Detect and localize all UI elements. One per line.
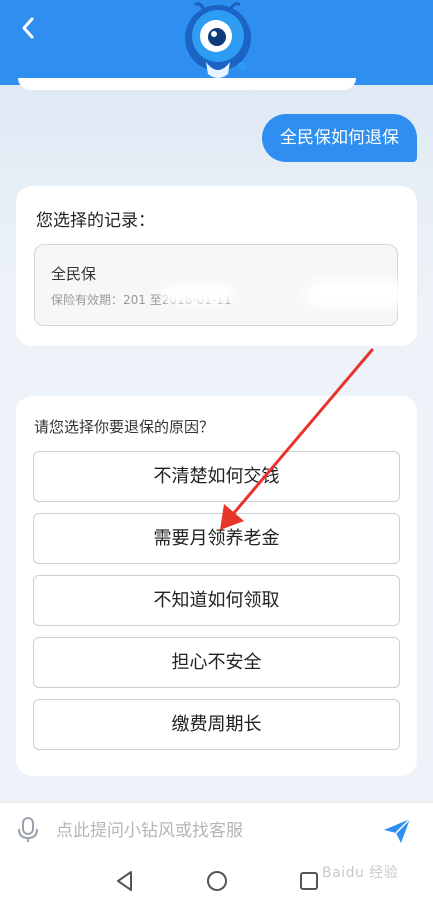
reason-card: 请您选择你要退保的原因？ 不清楚如何交钱 需要月领养老金 不知道如何领取 担心不… <box>16 396 417 776</box>
back-button[interactable] <box>10 10 46 46</box>
message-input[interactable] <box>54 813 368 849</box>
reason-option-button[interactable]: 缴费周期长 <box>33 699 400 750</box>
message-input-bar <box>0 802 433 857</box>
reason-option-button[interactable]: 不清楚如何交钱 <box>33 451 400 502</box>
record-card: 您选择的记录： 全民保 保险有效期：201 至2018-01-11 <box>16 186 417 346</box>
previous-message-card <box>18 78 356 90</box>
record-card-title: 您选择的记录： <box>36 211 155 231</box>
user-message-bubble: 全民保如何退保 <box>262 114 417 162</box>
chevron-left-icon <box>22 17 34 39</box>
reason-option-button[interactable]: 需要月领养老金 <box>33 513 400 564</box>
reason-option-button[interactable]: 担心不安全 <box>33 637 400 688</box>
reason-question: 请您选择你要退保的原因？ <box>34 418 215 436</box>
send-icon[interactable] <box>382 817 412 845</box>
app-header <box>0 0 433 85</box>
record-name: 全民保 <box>51 265 97 283</box>
nav-recents-icon[interactable] <box>296 868 322 894</box>
mascot-avatar[interactable] <box>182 0 254 82</box>
microphone-icon[interactable] <box>16 817 40 843</box>
reason-option-button[interactable]: 不知道如何领取 <box>33 575 400 626</box>
nav-back-icon[interactable] <box>112 868 138 894</box>
nav-home-icon[interactable] <box>204 868 230 894</box>
insurance-record[interactable]: 全民保 保险有效期：201 至2018-01-11 <box>34 244 405 326</box>
redaction-blur <box>305 281 405 307</box>
watermark: Baidu 经验 <box>322 865 399 881</box>
redaction-blur <box>163 285 233 303</box>
